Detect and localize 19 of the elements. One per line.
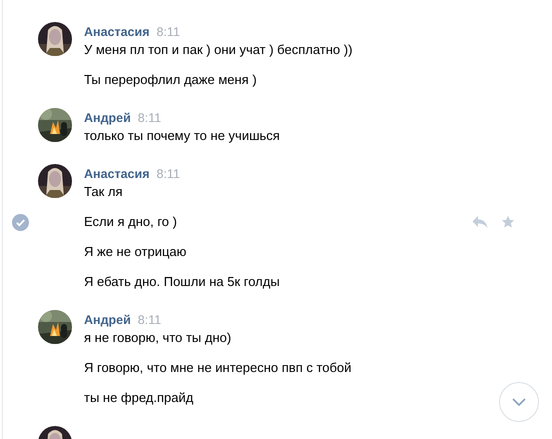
author-name[interactable]: Анастасия [84, 23, 150, 41]
author-name[interactable]: Анастасия [84, 165, 150, 183]
check-icon[interactable] [12, 214, 29, 230]
message-text: ты не фред.прайд [84, 389, 194, 407]
message-text: Так ля [84, 183, 124, 201]
author-name[interactable]: Андрей [84, 311, 131, 329]
message-text: Я говорю, что мне не интересно пвп с тобой [84, 359, 352, 377]
message-text: Я же не отрицаю [84, 243, 188, 261]
message-text: я не говорю, что ты дно) [84, 329, 232, 347]
message-text: У меня пл топ и пак ) они учат ) бесплатно )) [84, 41, 354, 59]
scroll-down-button[interactable] [499, 382, 539, 422]
star-icon[interactable] [501, 215, 515, 229]
message-text: Я ебать дно. Пошли на 5к голды [84, 273, 281, 291]
author-name[interactable]: Андрей [84, 109, 131, 127]
chevron-down-icon [512, 398, 526, 406]
reply-icon[interactable] [472, 215, 488, 229]
message-text: Если я дно, го ) [84, 213, 178, 231]
message-text: только ты почему то не учишься [84, 127, 281, 145]
message-text: Ты перерофлил даже меня ) [84, 71, 258, 89]
